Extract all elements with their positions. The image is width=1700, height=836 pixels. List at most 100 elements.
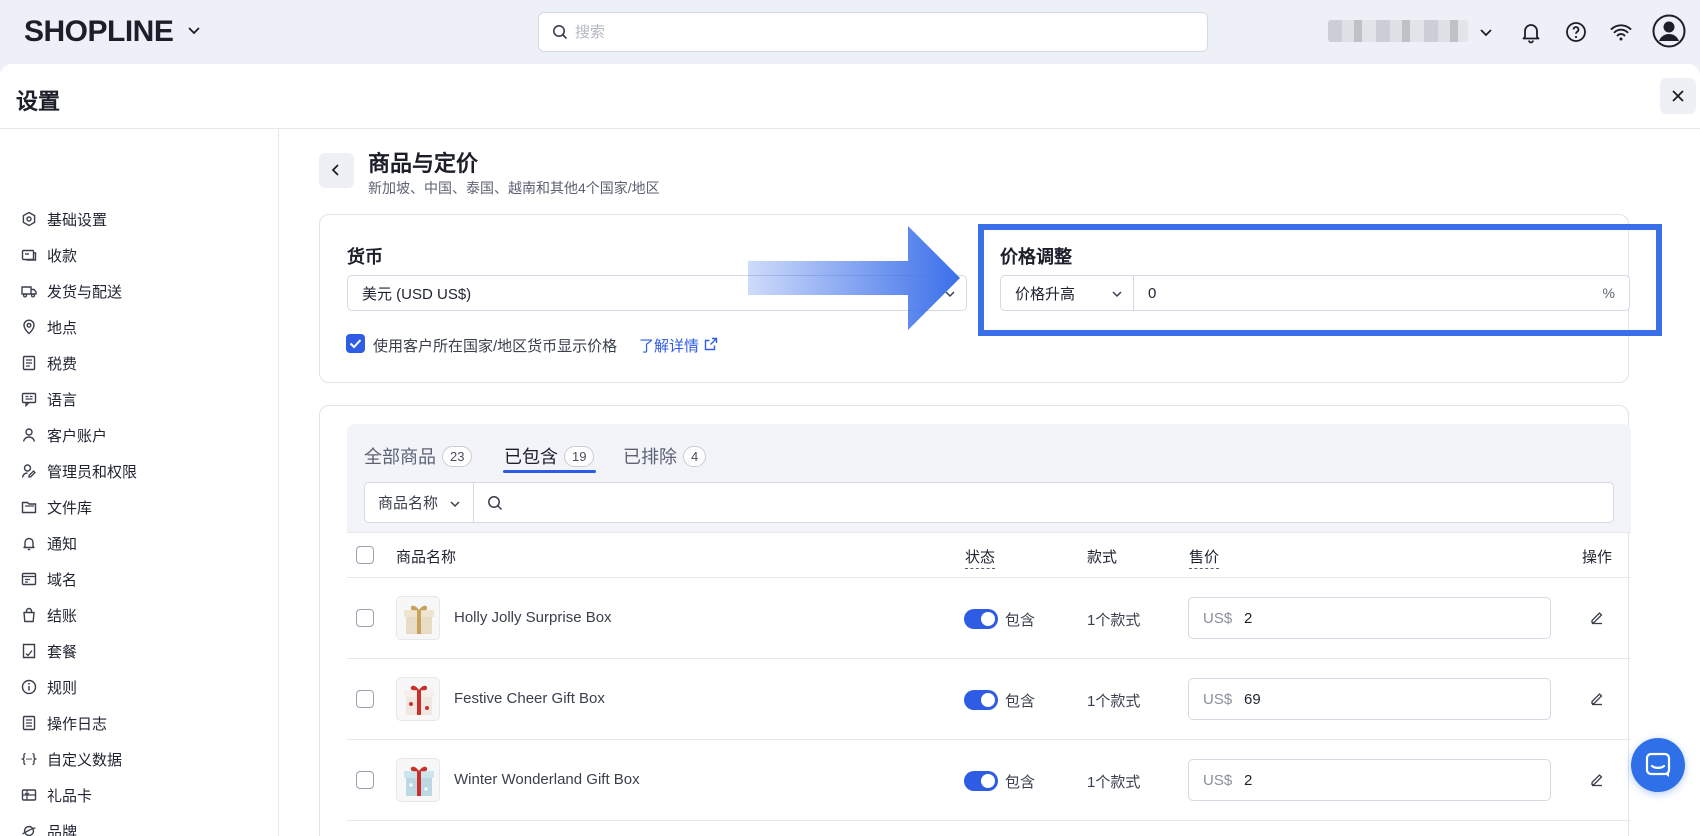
divider <box>347 532 1631 533</box>
sidebar-item-brand[interactable]: 品牌 <box>9 815 267 836</box>
chevron-down-icon[interactable] <box>1478 24 1494 40</box>
sidebar-item-taxes[interactable]: 税费 <box>9 347 267 379</box>
filter-field-select[interactable]: 商品名称 <box>365 483 474 522</box>
log-icon <box>22 715 36 731</box>
annotation-highlight-box <box>978 224 1662 336</box>
include-toggle[interactable] <box>964 609 998 629</box>
wifi-icon[interactable] <box>1609 20 1633 44</box>
sidebar-item-checkout[interactable]: 结账 <box>9 599 267 631</box>
sidebar-item-basic-settings[interactable]: 基础设置 <box>9 203 267 235</box>
chevron-down-icon[interactable] <box>186 22 202 38</box>
divider <box>347 658 1631 659</box>
gift-box-image <box>404 605 434 634</box>
sidebar-item-label: 域名 <box>47 571 78 589</box>
sidebar-item-domains[interactable]: 域名 <box>9 563 267 595</box>
bell-icon[interactable] <box>1519 20 1543 44</box>
chat-support-button[interactable] <box>1631 738 1685 792</box>
search-input[interactable] <box>575 21 1175 43</box>
info-icon <box>21 679 37 695</box>
price-value: 69 <box>1244 691 1261 708</box>
tab-excluded[interactable]: 已排除 4 <box>623 443 707 469</box>
chevron-left-icon <box>331 164 339 176</box>
sidebar-item-admins[interactable]: 管理员和权限 <box>9 455 267 487</box>
use-local-currency-label: 使用客户所在国家/地区货币显示价格 <box>373 338 618 355</box>
domain-icon <box>21 572 37 586</box>
search-icon[interactable] <box>487 495 503 511</box>
currency-prefix: US$ <box>1203 772 1233 789</box>
sidebar-item-policies[interactable]: 规则 <box>9 671 267 703</box>
sidebar-item-label: 收款 <box>47 247 78 265</box>
product-name[interactable]: Holly Jolly Surprise Box <box>454 609 612 626</box>
sidebar-item-gift-cards[interactable]: 礼品卡 <box>9 779 267 811</box>
sidebar-item-files[interactable]: 文件库 <box>9 491 267 523</box>
bell-icon <box>23 537 35 551</box>
back-button[interactable] <box>319 153 354 188</box>
tab-included[interactable]: 已包含 19 <box>504 443 595 469</box>
include-toggle[interactable] <box>964 690 998 710</box>
status-text: 包含 <box>1005 693 1036 710</box>
sidebar-item-custom-data[interactable]: 自定义数据 <box>9 743 267 775</box>
account-name-blurred[interactable] <box>1328 20 1468 42</box>
chat-icon <box>1645 752 1671 777</box>
sidebar-item-payments[interactable]: 收款 <box>9 239 267 271</box>
language-icon <box>21 392 37 407</box>
person-icon <box>22 428 36 442</box>
status-text: 包含 <box>1005 612 1036 629</box>
sidebar-item-shipping[interactable]: 发货与配送 <box>9 275 267 307</box>
divider <box>347 820 1631 821</box>
sidebar-item-languages[interactable]: 语言 <box>9 383 267 415</box>
sidebar-item-activity-log[interactable]: 操作日志 <box>9 707 267 739</box>
payment-icon <box>21 249 37 261</box>
sidebar-item-label: 税费 <box>47 355 78 373</box>
tab-label: 已包含 <box>504 447 558 467</box>
edit-icon[interactable] <box>1589 690 1605 706</box>
page-title: 商品与定价 <box>368 151 479 176</box>
learn-more-link[interactable]: 了解详情 <box>639 335 699 356</box>
variant-count: 1个款式 <box>1087 693 1141 710</box>
plan-icon <box>22 643 36 659</box>
row-checkbox[interactable] <box>356 690 374 708</box>
chevron-down-icon <box>450 501 460 508</box>
use-local-currency-checkbox[interactable] <box>346 334 365 353</box>
search-bar[interactable] <box>538 12 1208 52</box>
edit-icon[interactable] <box>1589 609 1605 625</box>
price-input[interactable]: US$ 2 <box>1188 759 1551 801</box>
tab-all-products[interactable]: 全部商品 23 <box>364 443 473 469</box>
product-thumbnail[interactable] <box>396 596 440 640</box>
sidebar-item-label: 操作日志 <box>47 715 108 733</box>
sidebar-item-label: 通知 <box>47 535 78 553</box>
product-name[interactable]: Festive Cheer Gift Box <box>454 690 605 707</box>
column-header-price[interactable]: 售价 <box>1189 546 1220 569</box>
sidebar-item-label: 地点 <box>47 319 78 337</box>
include-toggle[interactable] <box>964 771 998 791</box>
currency-value: 美元 (USD US$) <box>362 285 472 303</box>
select-all-checkbox[interactable] <box>356 546 374 564</box>
price-input[interactable]: US$ 69 <box>1188 678 1551 720</box>
row-checkbox[interactable] <box>356 609 374 627</box>
close-button[interactable] <box>1660 78 1696 114</box>
column-header-actions: 操作 <box>1582 549 1613 566</box>
row-checkbox[interactable] <box>356 771 374 789</box>
column-header-status[interactable]: 状态 <box>965 546 996 569</box>
sidebar-item-plans[interactable]: 套餐 <box>9 635 267 667</box>
shopline-logo[interactable]: SHOPLINE <box>24 15 174 49</box>
search-icon <box>553 25 568 40</box>
product-name[interactable]: Winter Wonderland Gift Box <box>454 771 640 788</box>
help-icon[interactable] <box>1564 20 1588 44</box>
filter-field-label: 商品名称 <box>378 495 439 512</box>
sidebar-item-notifications[interactable]: 通知 <box>9 527 267 559</box>
product-thumbnail[interactable] <box>396 677 440 721</box>
active-tab-indicator <box>503 470 596 473</box>
avatar[interactable] <box>1652 14 1686 48</box>
settings-sidebar: 基础设置 收款 发货与配送 地点 税费 语言 客户账户 管理员和权限 文件库 通… <box>0 129 279 836</box>
tax-icon <box>22 355 36 371</box>
sidebar-item-customer-accounts[interactable]: 客户账户 <box>9 419 267 451</box>
status-text: 包含 <box>1005 774 1036 791</box>
edit-icon[interactable] <box>1589 771 1605 787</box>
sidebar-item-label: 规则 <box>47 679 78 697</box>
price-input[interactable]: US$ 2 <box>1188 597 1551 639</box>
external-link-icon[interactable] <box>704 337 718 351</box>
sidebar-item-locations[interactable]: 地点 <box>9 311 267 343</box>
product-thumbnail[interactable] <box>396 758 440 802</box>
currency-prefix: US$ <box>1203 610 1233 627</box>
